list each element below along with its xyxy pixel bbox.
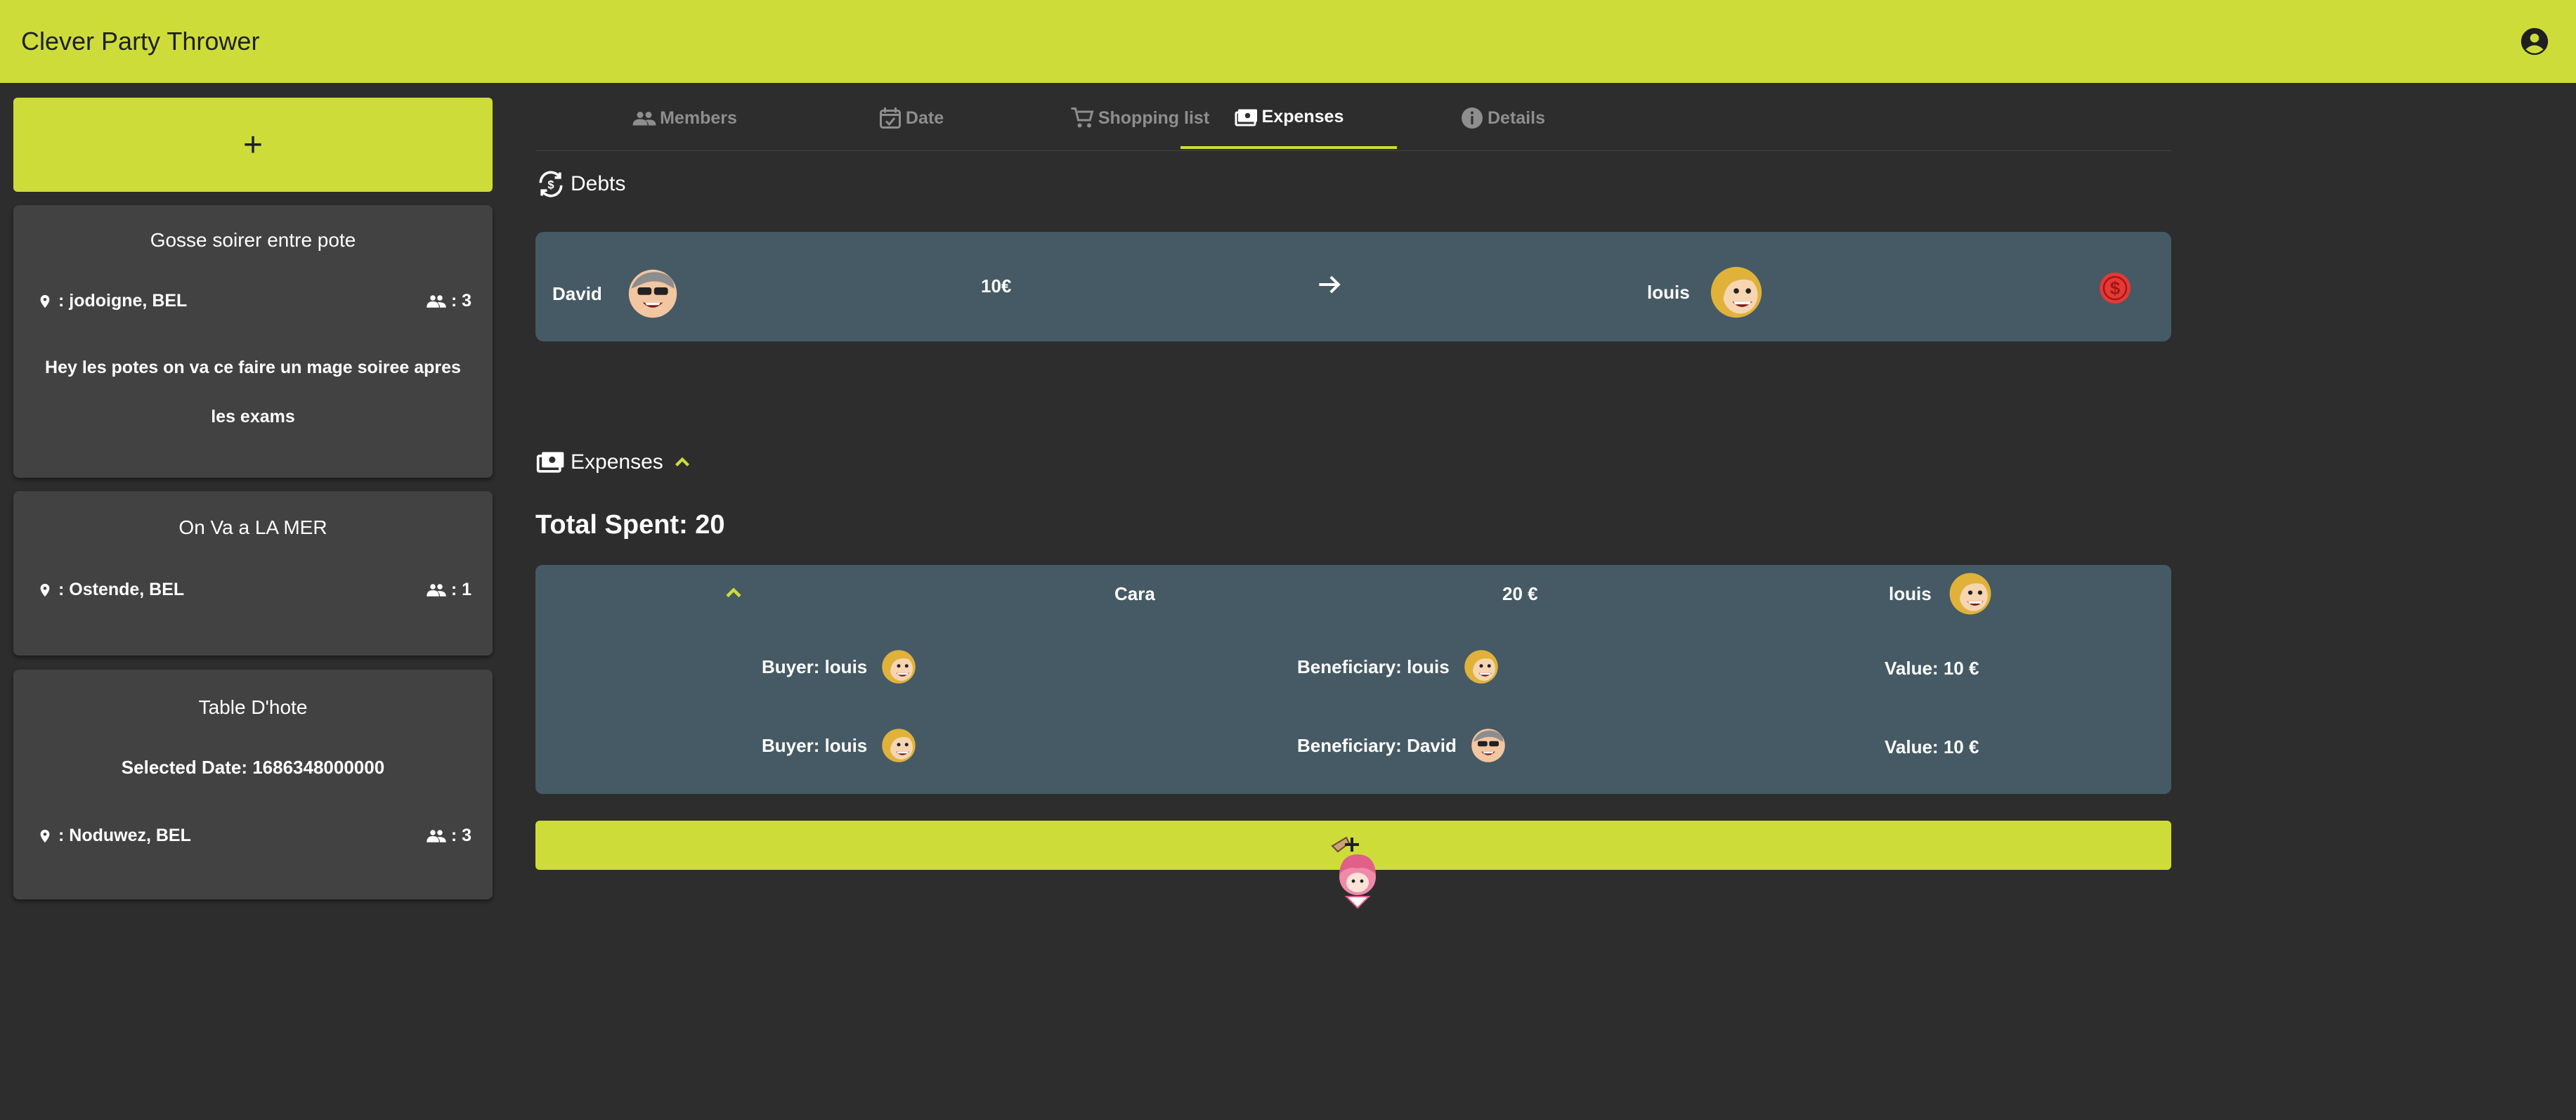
tab-label: Expenses [1261,106,1344,126]
party-member-count: : 3 [450,291,471,311]
tab-date[interactable]: Date [805,87,1016,149]
app-title: Clever Party Thrower [21,27,260,56]
total-spent: Total Spent: 20 [535,510,725,540]
chevron-up-icon[interactable] [670,450,694,474]
tab-members[interactable]: Members [579,87,790,149]
chevron-up-icon[interactable] [721,580,746,606]
expense-name: Cara [1114,583,1155,604]
party-description: Hey les potes on va ce faire un mage soi… [45,358,461,426]
people-icon [427,583,446,597]
party-location: : Ostende, BEL [58,580,185,599]
expense-card: Cara 20 € louis Buyer: louis Beneficiary… [535,565,2171,794]
svg-text:$: $ [2110,278,2121,299]
people-icon [427,294,446,308]
location-pin-icon [40,294,50,308]
debtor-name: David [552,282,602,304]
party-selected-date: Selected Date: 1686348000000 [121,757,385,778]
app-bar: Clever Party Thrower [0,0,2576,83]
detail-beneficiary: Beneficiary: louis [1297,656,1450,677]
money-icon [1235,109,1257,126]
custom-cursor-icon [1331,836,1376,909]
avatar [1710,266,1763,319]
party-card[interactable]: Gosse soirer entre pote : jodoigne, BEL … [13,205,493,478]
avatar [881,728,916,763]
expense-amount: 20 € [1502,583,1538,604]
money-icon [536,452,564,473]
tab-expenses[interactable]: Expenses [1180,87,1397,149]
currency-exchange-icon: $ [539,171,563,197]
avatar [881,649,916,684]
tab-label: Details [1488,108,1545,128]
tab-label: Members [660,108,737,128]
tab-details[interactable]: Details [1397,87,1608,149]
detail-value: Value: 10 € [1885,736,1979,757]
detail-buyer: Buyer: louis [762,656,868,677]
expenses-title: Expenses [571,450,663,474]
location-pin-icon [40,583,50,597]
party-tabs: Members Date Shopping list Expenses Deta… [535,87,2171,151]
debt-amount: 10€ [981,275,1012,297]
party-card[interactable]: Table D'hote Selected Date: 168634800000… [13,670,493,899]
party-location: : jodoigne, BEL [58,291,188,311]
detail-beneficiary: Beneficiary: David [1297,734,1457,756]
party-card[interactable]: On Va a LA MER : Ostende, BEL : 1 [13,491,493,656]
svg-text:$: $ [547,178,554,191]
expense-buyer: louis [1889,582,1932,604]
avatar [1949,572,1992,616]
info-icon [1462,108,1483,129]
party-name: On Va a LA MER [178,516,327,538]
people-icon [427,829,446,842]
pay-debt-icon[interactable]: $ [2098,271,2132,305]
account-icon[interactable] [2518,25,2551,58]
avatar [1471,728,1506,763]
tab-label: Date [905,108,944,128]
arrow-right-icon [1319,275,1341,294]
avatar [1464,649,1499,684]
location-pin-icon [40,829,50,842]
expenses-header: Expenses [535,447,698,478]
avatar [627,268,678,319]
party-member-count: : 3 [450,826,471,845]
creditor-name: louis [1647,281,1690,303]
add-party-button[interactable]: + [13,98,493,192]
party-location: : Noduwez, BEL [58,826,191,845]
detail-value: Value: 10 € [1885,658,1979,679]
party-name: Gosse soirer entre pote [150,229,356,251]
party-name: Table D'hote [198,696,308,718]
party-member-count: : 1 [450,580,471,599]
calendar-check-icon [879,108,901,129]
people-icon [632,112,656,126]
cart-icon [1071,108,1094,128]
debts-title: Debts [571,172,626,195]
debts-header: $ Debts [535,169,625,200]
debt-card: David 10€ louis $ [535,232,2171,341]
detail-buyer: Buyer: louis [762,734,868,756]
